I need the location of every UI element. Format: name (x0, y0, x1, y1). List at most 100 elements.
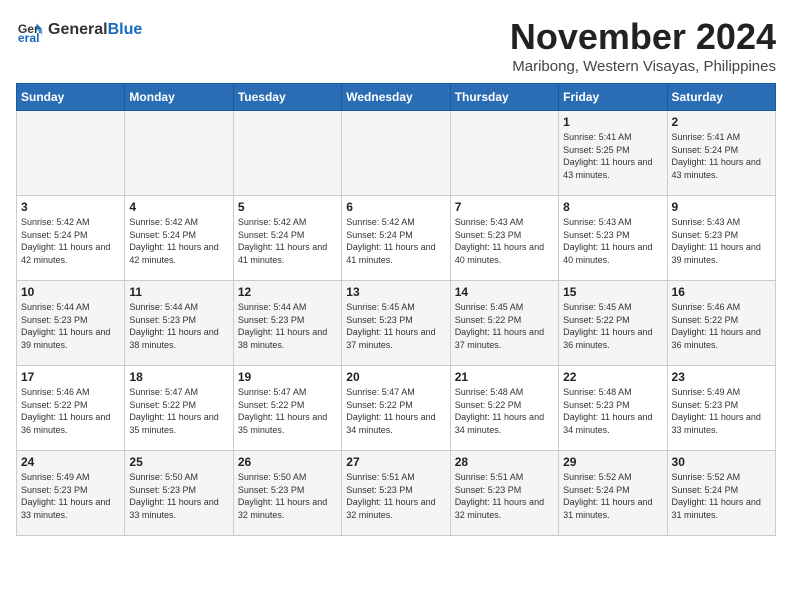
calendar-cell: 28 Sunrise: 5:51 AM Sunset: 5:23 PM Dayli… (450, 451, 558, 536)
logo-general-text: General (48, 21, 108, 38)
weekday-header-thursday: Thursday (450, 84, 558, 111)
day-number: 8 (563, 200, 662, 214)
day-number: 15 (563, 285, 662, 299)
calendar-cell: 3 Sunrise: 5:42 AM Sunset: 5:24 PM Daylig… (17, 196, 125, 281)
day-number: 5 (238, 200, 337, 214)
day-number: 10 (21, 285, 120, 299)
calendar-cell: 27Sunrise: 5:51 AM Sunset: 5:23 PM Dayli… (342, 451, 450, 536)
day-number: 1 (563, 115, 662, 129)
calendar-week-4: 17 Sunrise: 5:46 AM Sunset: 5:22 PM Dayli… (17, 366, 776, 451)
weekday-header-wednesday: Wednesday (342, 84, 450, 111)
day-number: 17 (21, 370, 120, 384)
day-number: 4 (129, 200, 228, 214)
day-info: Sunrise: 5:43 AM Sunset: 5:23 PM Dayligh… (455, 216, 554, 266)
day-number: 25 (129, 455, 228, 469)
calendar-cell: 26Sunrise: 5:50 AM Sunset: 5:23 PM Dayli… (233, 451, 341, 536)
calendar-cell (17, 111, 125, 196)
calendar-cell: 7 Sunrise: 5:43 AM Sunset: 5:23 PM Daylig… (450, 196, 558, 281)
day-info: Sunrise: 5:52 AM Sunset: 5:24 PM Dayligh… (672, 471, 771, 521)
day-number: 24 (21, 455, 120, 469)
calendar-cell: 19 Sunrise: 5:47 AM Sunset: 5:22 PM Dayli… (233, 366, 341, 451)
calendar-cell: 23 Sunrise: 5:49 AM Sunset: 5:23 PM Dayli… (667, 366, 775, 451)
day-info: Sunrise: 5:42 AM Sunset: 5:24 PM Dayligh… (346, 216, 445, 266)
day-info: Sunrise: 5:47 AM Sunset: 5:22 PM Dayligh… (129, 386, 228, 436)
calendar-cell: 14Sunrise: 5:45 AM Sunset: 5:22 PM Dayli… (450, 281, 558, 366)
weekday-header-monday: Monday (125, 84, 233, 111)
calendar-cell (342, 111, 450, 196)
calendar-cell: 30 Sunrise: 5:52 AM Sunset: 5:24 PM Dayli… (667, 451, 775, 536)
calendar-cell: 1 Sunrise: 5:41 AM Sunset: 5:25 PM Daylig… (559, 111, 667, 196)
header: Gen eral GeneralBlue November 2024 Marib… (16, 16, 776, 75)
calendar-cell: 10 Sunrise: 5:44 AM Sunset: 5:23 PM Dayli… (17, 281, 125, 366)
day-number: 20 (346, 370, 445, 384)
day-number: 28 (455, 455, 554, 469)
svg-text:eral: eral (18, 31, 40, 44)
day-number: 3 (21, 200, 120, 214)
day-info: Sunrise: 5:43 AM Sunset: 5:23 PM Dayligh… (563, 216, 662, 266)
day-number: 7 (455, 200, 554, 214)
day-number: 12 (238, 285, 337, 299)
day-info: Sunrise: 5:42 AM Sunset: 5:24 PM Dayligh… (238, 216, 337, 266)
day-info: Sunrise: 5:42 AM Sunset: 5:24 PM Dayligh… (21, 216, 120, 266)
calendar-cell: 2Sunrise: 5:41 AM Sunset: 5:24 PM Daylig… (667, 111, 775, 196)
calendar-cell: 6Sunrise: 5:42 AM Sunset: 5:24 PM Daylig… (342, 196, 450, 281)
calendar-week-3: 10 Sunrise: 5:44 AM Sunset: 5:23 PM Dayli… (17, 281, 776, 366)
calendar-cell: 24Sunrise: 5:49 AM Sunset: 5:23 PM Dayli… (17, 451, 125, 536)
day-info: Sunrise: 5:48 AM Sunset: 5:22 PM Dayligh… (455, 386, 554, 436)
calendar-week-2: 3 Sunrise: 5:42 AM Sunset: 5:24 PM Daylig… (17, 196, 776, 281)
day-info: Sunrise: 5:42 AM Sunset: 5:24 PM Dayligh… (129, 216, 228, 266)
location-title: Maribong, Western Visayas, Philippines (510, 58, 776, 75)
weekday-header-tuesday: Tuesday (233, 84, 341, 111)
calendar-cell: 18 Sunrise: 5:47 AM Sunset: 5:22 PM Dayli… (125, 366, 233, 451)
day-info: Sunrise: 5:51 AM Sunset: 5:23 PM Dayligh… (455, 471, 554, 521)
calendar-cell: 13 Sunrise: 5:45 AM Sunset: 5:23 PM Dayli… (342, 281, 450, 366)
day-info: Sunrise: 5:45 AM Sunset: 5:22 PM Dayligh… (455, 301, 554, 351)
day-info: Sunrise: 5:46 AM Sunset: 5:22 PM Dayligh… (672, 301, 771, 351)
calendar-cell: 22Sunrise: 5:48 AM Sunset: 5:23 PM Dayli… (559, 366, 667, 451)
calendar-cell: 4 Sunrise: 5:42 AM Sunset: 5:24 PM Daylig… (125, 196, 233, 281)
day-number: 30 (672, 455, 771, 469)
day-info: Sunrise: 5:44 AM Sunset: 5:23 PM Dayligh… (21, 301, 120, 351)
day-info: Sunrise: 5:44 AM Sunset: 5:23 PM Dayligh… (238, 301, 337, 351)
day-info: Sunrise: 5:44 AM Sunset: 5:23 PM Dayligh… (129, 301, 228, 351)
day-info: Sunrise: 5:47 AM Sunset: 5:22 PM Dayligh… (346, 386, 445, 436)
weekday-header-friday: Friday (559, 84, 667, 111)
day-info: Sunrise: 5:46 AM Sunset: 5:22 PM Dayligh… (21, 386, 120, 436)
calendar-cell: 29 Sunrise: 5:52 AM Sunset: 5:24 PM Dayli… (559, 451, 667, 536)
day-info: Sunrise: 5:51 AM Sunset: 5:23 PM Dayligh… (346, 471, 445, 521)
day-number: 26 (238, 455, 337, 469)
day-number: 13 (346, 285, 445, 299)
day-info: Sunrise: 5:41 AM Sunset: 5:25 PM Dayligh… (563, 131, 662, 181)
calendar-cell: 15 Sunrise: 5:45 AM Sunset: 5:22 PM Dayli… (559, 281, 667, 366)
calendar-cell: 12 Sunrise: 5:44 AM Sunset: 5:23 PM Dayli… (233, 281, 341, 366)
day-info: Sunrise: 5:45 AM Sunset: 5:23 PM Dayligh… (346, 301, 445, 351)
calendar-cell: 9Sunrise: 5:43 AM Sunset: 5:23 PM Daylig… (667, 196, 775, 281)
calendar-cell: 25Sunrise: 5:50 AM Sunset: 5:23 PM Dayli… (125, 451, 233, 536)
day-number: 23 (672, 370, 771, 384)
day-number: 29 (563, 455, 662, 469)
calendar-cell: 17 Sunrise: 5:46 AM Sunset: 5:22 PM Dayli… (17, 366, 125, 451)
calendar-cell: 20 Sunrise: 5:47 AM Sunset: 5:22 PM Dayli… (342, 366, 450, 451)
calendar-week-5: 24Sunrise: 5:49 AM Sunset: 5:23 PM Dayli… (17, 451, 776, 536)
calendar-table: SundayMondayTuesdayWednesdayThursdayFrid… (16, 83, 776, 536)
weekday-header-row: SundayMondayTuesdayWednesdayThursdayFrid… (17, 84, 776, 111)
logo-blue-text: Blue (108, 21, 143, 38)
calendar-cell (450, 111, 558, 196)
day-info: Sunrise: 5:43 AM Sunset: 5:23 PM Dayligh… (672, 216, 771, 266)
calendar-cell (233, 111, 341, 196)
day-number: 21 (455, 370, 554, 384)
calendar-cell: 21 Sunrise: 5:48 AM Sunset: 5:22 PM Dayli… (450, 366, 558, 451)
day-info: Sunrise: 5:41 AM Sunset: 5:24 PM Dayligh… (672, 131, 771, 181)
day-info: Sunrise: 5:47 AM Sunset: 5:22 PM Dayligh… (238, 386, 337, 436)
day-info: Sunrise: 5:52 AM Sunset: 5:24 PM Dayligh… (563, 471, 662, 521)
calendar-cell: 8 Sunrise: 5:43 AM Sunset: 5:23 PM Daylig… (559, 196, 667, 281)
day-info: Sunrise: 5:49 AM Sunset: 5:23 PM Dayligh… (672, 386, 771, 436)
month-title: November 2024 (510, 16, 776, 58)
day-number: 19 (238, 370, 337, 384)
calendar-cell: 11Sunrise: 5:44 AM Sunset: 5:23 PM Dayli… (125, 281, 233, 366)
calendar-cell: 5 Sunrise: 5:42 AM Sunset: 5:24 PM Daylig… (233, 196, 341, 281)
day-number: 16 (672, 285, 771, 299)
day-number: 18 (129, 370, 228, 384)
day-info: Sunrise: 5:45 AM Sunset: 5:22 PM Dayligh… (563, 301, 662, 351)
calendar-week-1: 1 Sunrise: 5:41 AM Sunset: 5:25 PM Daylig… (17, 111, 776, 196)
